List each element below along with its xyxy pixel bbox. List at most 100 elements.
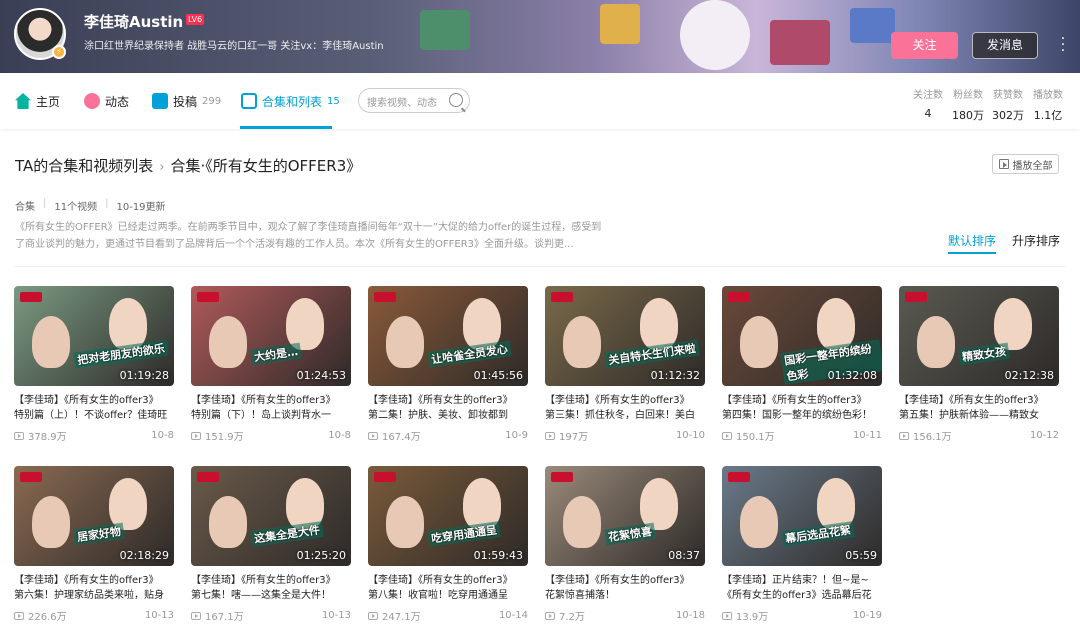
video-thumbnail[interactable]: 让哈雀全员发心 01:45:56	[368, 286, 528, 386]
video-title-line1: 【李佳琦】《所有女生的offer3》	[545, 395, 690, 406]
video-title[interactable]: 【李佳琦】《所有女生的offer3》 第七集！嗐——这集全是大件！	[191, 573, 351, 603]
signature: 涂口红世界纪录保持者 战胜马云的口红一哥 关注vx：李佳琦Austin	[84, 41, 384, 52]
play-count-value: 150.1万	[736, 432, 775, 443]
collection-type: 合集	[15, 202, 35, 213]
video-thumbnail[interactable]: 幕后选品花絮 05:59	[722, 466, 882, 566]
video-card[interactable]: 花絮惊喜 08:37 【李佳琦】《所有女生的offer3》 花絮惊喜捕落！ 7.2万 10…	[545, 466, 705, 623]
video-thumbnail[interactable]: 吃穿用通通呈 01:59:43	[368, 466, 528, 566]
video-card[interactable]: 把对老朋友的欲乐 01:19:28 【李佳琦】《所有女生的offer3》 特别篇（上）…	[14, 286, 174, 443]
play-count-value: 13.9万	[736, 612, 769, 623]
more-options-icon[interactable]: · · ·	[1058, 32, 1068, 58]
video-title-line2: 第五集！护肤新体验——精致女	[899, 410, 1039, 421]
person-figure	[286, 298, 324, 350]
video-thumbnail[interactable]: 把对老朋友的欲乐 01:19:28	[14, 286, 174, 386]
video-title[interactable]: 【李佳琦】正片结束？！但~是~ 《所有女生的offer3》选品幕后花	[722, 573, 882, 603]
video-title-line2: 《所有女生的offer3》选品幕后花	[722, 590, 872, 601]
video-title[interactable]: 【李佳琦】《所有女生的offer3》 花絮惊喜捕落！	[545, 573, 705, 603]
person-figure	[740, 316, 778, 368]
show-logo	[551, 292, 573, 302]
video-card[interactable]: 吃穿用通通呈 01:59:43 【李佳琦】《所有女生的offer3》 第八集！收官啦！…	[368, 466, 528, 623]
publish-date: 10-11	[852, 430, 882, 441]
video-card[interactable]: 关自特长生们来啦 01:12:32 【李佳琦】《所有女生的offer3》 第三集！抓住…	[545, 286, 705, 443]
user-stats: 关注数 4 粉丝数 180万 获赞数 302万 播放数 1.1亿	[910, 86, 1066, 123]
person-figure	[32, 316, 70, 368]
video-thumbnail[interactable]: 花絮惊喜 08:37	[545, 466, 705, 566]
show-logo	[728, 292, 750, 302]
dynamics-icon	[84, 93, 100, 109]
video-thumbnail[interactable]: 这集全是大件 01:25:20	[191, 466, 351, 566]
follow-button[interactable]: 关注	[891, 32, 958, 59]
play-count: 150.1万	[722, 428, 775, 443]
sort-default-button[interactable]: 默认排序	[948, 232, 997, 254]
search-icon[interactable]	[449, 93, 463, 107]
sort-ascending-button[interactable]: 升序排序	[1012, 232, 1060, 249]
tab-dynamics[interactable]: 动态	[84, 73, 129, 129]
video-title-line1: 【李佳琦】《所有女生的offer3》	[14, 575, 159, 586]
video-card[interactable]: 居家好物 02:18:29 【李佳琦】《所有女生的offer3》 第六集！护理家纺品类…	[14, 466, 174, 623]
video-title[interactable]: 【李佳琦】《所有女生的offer3》 第三集！抓住秋冬，白回来！美白	[545, 393, 705, 423]
video-card[interactable]: 国彩一整年的缤纷色彩 01:32:08 【李佳琦】《所有女生的offer3》 第四集！…	[722, 286, 882, 443]
video-meta: 151.9万 10-8	[191, 428, 351, 443]
video-meta: 167.1万 10-13	[191, 608, 351, 623]
breadcrumb-separator: ›	[159, 160, 165, 175]
video-meta: 13.9万 10-19	[722, 608, 882, 623]
person-figure	[32, 496, 70, 548]
message-button[interactable]: 发消息	[972, 32, 1038, 59]
video-thumbnail[interactable]: 关自特长生们来啦 01:12:32	[545, 286, 705, 386]
video-duration: 01:32:08	[827, 369, 877, 382]
video-duration: 02:18:29	[119, 549, 169, 562]
person-figure	[209, 496, 247, 548]
play-all-button[interactable]: 播放全部	[992, 154, 1059, 174]
video-card[interactable]: 让哈雀全员发心 01:45:56 【李佳琦】《所有女生的offer3》 第二集！护肤、…	[368, 286, 528, 443]
video-duration: 02:12:38	[1004, 369, 1054, 382]
play-count-icon	[722, 611, 732, 620]
video-title[interactable]: 【李佳琦】《所有女生的offer3》 特别篇（下）！岛上谈判背水一	[191, 393, 351, 423]
person-figure	[563, 496, 601, 548]
play-count: 167.1万	[191, 608, 244, 623]
video-card[interactable]: 大约是… 01:24:53 【李佳琦】《所有女生的offer3》 特别篇（下）！岛上谈…	[191, 286, 351, 443]
tab-uploads[interactable]: 投稿 299	[152, 73, 221, 129]
search-input[interactable]: 搜索视频、动态	[358, 88, 470, 113]
video-card[interactable]: 这集全是大件 01:25:20 【李佳琦】《所有女生的offer3》 第七集！嗐——这…	[191, 466, 351, 623]
person-figure	[740, 496, 778, 548]
video-title[interactable]: 【李佳琦】《所有女生的offer3》 第四集！国影一整年的缤纷色彩！	[722, 393, 882, 423]
stat-following[interactable]: 关注数 4	[910, 86, 946, 123]
video-title[interactable]: 【李佳琦】《所有女生的offer3》 第五集！护肤新体验——精致女	[899, 393, 1059, 423]
video-thumbnail[interactable]: 大约是… 01:24:53	[191, 286, 351, 386]
tab-home-label: 主页	[36, 94, 61, 109]
video-title[interactable]: 【李佳琦】《所有女生的offer3》 第二集！护肤、美妆、卸妆都到	[368, 393, 528, 423]
person-figure	[386, 496, 424, 548]
video-meta: 156.1万 10-12	[899, 428, 1059, 443]
video-thumbnail[interactable]: 精致女孩 02:12:38	[899, 286, 1059, 386]
play-count: 197万	[545, 428, 588, 443]
video-title-line2: 特别篇（上）！不谈offer？佳琦旺	[14, 410, 168, 421]
stat-likes: 获赞数 302万	[990, 86, 1026, 123]
video-duration: 01:59:43	[473, 549, 523, 562]
divider: |	[43, 198, 47, 209]
play-all-label: 播放全部	[1012, 160, 1053, 172]
video-card[interactable]: 精致女孩 02:12:38 【李佳琦】《所有女生的offer3》 第五集！护肤新体验—…	[899, 286, 1059, 443]
play-count: 378.9万	[14, 428, 67, 443]
breadcrumb-root[interactable]: TA的合集和视频列表	[15, 157, 153, 175]
stat-label: 获赞数	[993, 90, 1023, 101]
video-thumbnail[interactable]: 国彩一整年的缤纷色彩 01:32:08	[722, 286, 882, 386]
play-count: 13.9万	[722, 608, 768, 623]
play-count-icon	[368, 611, 378, 620]
video-title[interactable]: 【李佳琦】《所有女生的offer3》 第八集！收官啦！吃穿用通通呈	[368, 573, 528, 603]
play-count-icon	[722, 431, 732, 440]
video-title[interactable]: 【李佳琦】《所有女生的offer3》 第六集！护理家纺品类来啦，贴身	[14, 573, 174, 603]
person-figure	[109, 478, 147, 530]
video-title[interactable]: 【李佳琦】《所有女生的offer3》 特别篇（上）！不谈offer？佳琦旺	[14, 393, 174, 423]
video-card[interactable]: 幕后选品花絮 05:59 【李佳琦】正片结束？！但~是~ 《所有女生的offer3》选…	[722, 466, 882, 623]
video-thumbnail[interactable]: 居家好物 02:18:29	[14, 466, 174, 566]
tab-collections[interactable]: 合集和列表 15	[241, 73, 340, 129]
play-count: 156.1万	[899, 428, 952, 443]
play-count: 247.1万	[368, 608, 421, 623]
page-title: 合集·《所有女生的OFFER3》	[170, 157, 362, 175]
show-logo	[20, 292, 42, 302]
video-meta: 150.1万 10-11	[722, 428, 882, 443]
tab-home[interactable]: 主页	[15, 73, 60, 129]
publish-date: 10-13	[321, 610, 351, 621]
publish-date: 10-14	[498, 610, 528, 621]
stat-fans[interactable]: 粉丝数 180万	[950, 86, 986, 123]
